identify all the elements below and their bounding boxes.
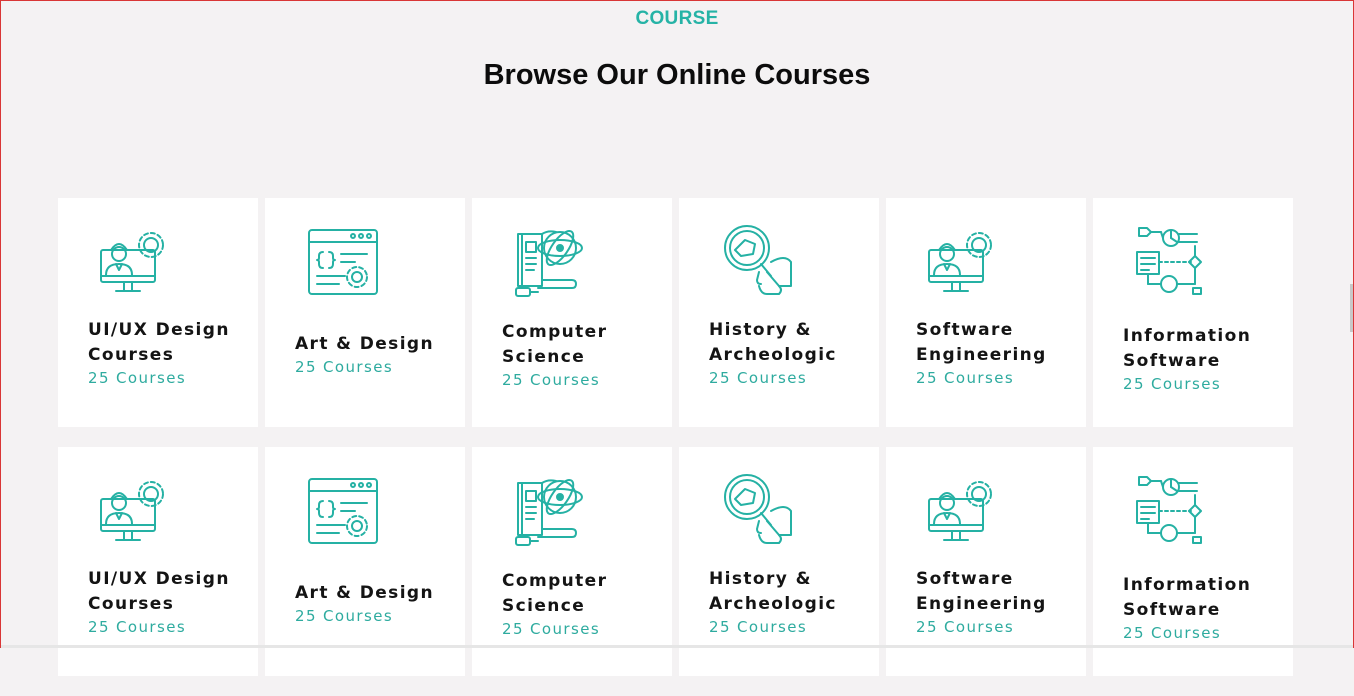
engineer-monitor-gear-icon [98, 224, 174, 300]
course-card-software-engineering[interactable]: Software Engineering 25 Courses [886, 447, 1086, 676]
course-title-line2: Software [1123, 600, 1221, 620]
course-count: 25 Courses [502, 620, 601, 638]
course-card-text: History & Archeologic 25 Courses [709, 567, 871, 637]
course-count: 25 Courses [916, 369, 1015, 387]
course-title-line2: Courses [88, 345, 175, 365]
course-card-art-design[interactable]: Art & Design 25 Courses [265, 198, 465, 427]
magnifier-fossil-icon [719, 473, 795, 549]
course-title-line1: History & [709, 569, 812, 589]
course-title-line1: History & [709, 320, 812, 340]
course-title: Computer Science [502, 320, 664, 370]
course-title-line1: Software [916, 569, 1014, 589]
course-card-text: Software Engineering 25 Courses [916, 318, 1078, 388]
course-count: 25 Courses [709, 618, 808, 636]
course-card-text: UI/UX Design Courses 25 Courses [88, 318, 250, 388]
course-count: 25 Courses [295, 358, 394, 376]
course-card-text: Information Software 25 Courses [1123, 324, 1285, 394]
course-title-line1: Art & Design [295, 583, 434, 603]
course-title: History & Archeologic [709, 318, 871, 368]
course-card-software-engineering[interactable]: Software Engineering 25 Courses [886, 198, 1086, 427]
course-count: 25 Courses [709, 369, 808, 387]
course-card-history-archeologic[interactable]: History & Archeologic 25 Courses [679, 198, 879, 427]
course-card-text: Information Software 25 Courses [1123, 573, 1285, 643]
course-grid: UI/UX Design Courses 25 Courses Art & De… [58, 198, 1294, 696]
course-row: UI/UX Design Courses 25 Courses Art & De… [58, 447, 1294, 676]
course-row: UI/UX Design Courses 25 Courses Art & De… [58, 198, 1294, 427]
course-title: Art & Design [295, 332, 457, 357]
book-atom-icon [512, 224, 588, 300]
course-title: History & Archeologic [709, 567, 871, 617]
course-title-line2: Engineering [916, 594, 1047, 614]
scrollbar-thumb[interactable] [1350, 284, 1353, 332]
course-card-information-software[interactable]: Information Software 25 Courses [1093, 447, 1293, 676]
engineer-monitor-gear-icon [98, 473, 174, 549]
course-title-line2: Archeologic [709, 345, 837, 365]
course-title-line2: Archeologic [709, 594, 837, 614]
course-title-line2: Engineering [916, 345, 1047, 365]
course-card-text: Art & Design 25 Courses [295, 581, 457, 626]
course-title-line1: Information [1123, 575, 1252, 595]
course-title-line1: Computer [502, 322, 608, 342]
code-browser-gear-icon [305, 224, 381, 300]
course-card-text: Software Engineering 25 Courses [916, 567, 1078, 637]
page: { "section": { "eyebrow": "COURSE", "hea… [0, 0, 1354, 676]
course-card-history-archeologic[interactable]: History & Archeologic 25 Courses [679, 447, 879, 676]
course-card-ui-ux-design[interactable]: UI/UX Design Courses 25 Courses [58, 198, 258, 427]
course-title-line2: Science [502, 596, 586, 616]
course-card-ui-ux-design[interactable]: UI/UX Design Courses 25 Courses [58, 447, 258, 676]
section-eyebrow: COURSE [635, 8, 719, 29]
course-card-computer-science[interactable]: Computer Science 25 Courses [472, 198, 672, 427]
engineer-monitor-gear-icon [926, 473, 1002, 549]
course-title: Software Engineering [916, 318, 1078, 368]
course-title-line1: Information [1123, 326, 1252, 346]
engineer-monitor-gear-icon [926, 224, 1002, 300]
course-title-line1: Computer [502, 571, 608, 591]
course-title-line2: Science [502, 347, 586, 367]
course-title-line1: Art & Design [295, 334, 434, 354]
course-title: Art & Design [295, 581, 457, 606]
course-title-line1: Software [916, 320, 1014, 340]
course-title: UI/UX Design Courses [88, 567, 250, 617]
course-count: 25 Courses [88, 369, 187, 387]
course-card-text: Art & Design 25 Courses [295, 332, 457, 377]
course-card-art-design[interactable]: Art & Design 25 Courses [265, 447, 465, 676]
course-card-text: Computer Science 25 Courses [502, 320, 664, 390]
course-card-text: Computer Science 25 Courses [502, 569, 664, 639]
course-count: 25 Courses [1123, 624, 1222, 642]
course-card-information-software[interactable]: Information Software 25 Courses [1093, 198, 1293, 427]
flowchart-icon [1133, 473, 1209, 549]
course-title: UI/UX Design Courses [88, 318, 250, 368]
course-count: 25 Courses [502, 371, 601, 389]
course-title-line2: Software [1123, 351, 1221, 371]
code-browser-gear-icon [305, 473, 381, 549]
course-title: Computer Science [502, 569, 664, 619]
course-card-computer-science[interactable]: Computer Science 25 Courses [472, 447, 672, 676]
course-title-line1: UI/UX Design [88, 320, 230, 340]
course-count: 25 Courses [916, 618, 1015, 636]
course-count: 25 Courses [295, 607, 394, 625]
course-card-text: History & Archeologic 25 Courses [709, 318, 871, 388]
book-atom-icon [512, 473, 588, 549]
magnifier-fossil-icon [719, 224, 795, 300]
course-title: Information Software [1123, 573, 1285, 623]
course-title: Software Engineering [916, 567, 1078, 617]
course-title-line1: UI/UX Design [88, 569, 230, 589]
course-title-line2: Courses [88, 594, 175, 614]
course-card-text: UI/UX Design Courses 25 Courses [88, 567, 250, 637]
course-title: Information Software [1123, 324, 1285, 374]
course-count: 25 Courses [1123, 375, 1222, 393]
course-count: 25 Courses [88, 618, 187, 636]
section-heading: Browse Our Online Courses [483, 59, 871, 91]
flowchart-icon [1133, 224, 1209, 300]
